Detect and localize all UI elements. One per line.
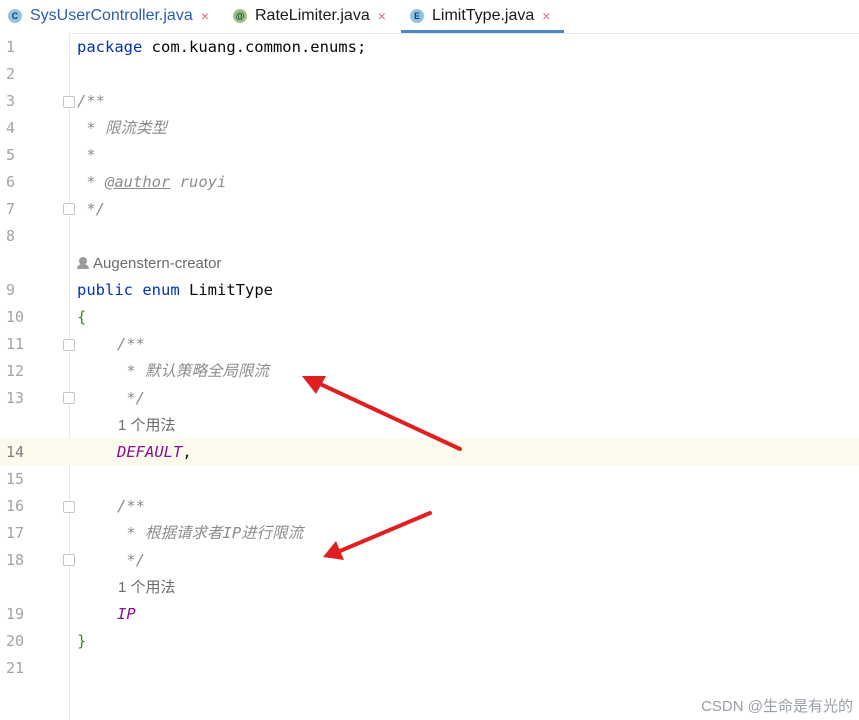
code-line-package[interactable]: package com.kuang.common.enums; <box>77 34 366 61</box>
close-icon[interactable]: × <box>542 8 550 24</box>
line-number: 21 <box>6 659 25 677</box>
line-number: 11 <box>6 335 25 353</box>
line-number: 20 <box>6 632 25 650</box>
code-line-doc-close[interactable]: */ <box>77 196 105 223</box>
line-number: 4 <box>6 119 16 137</box>
code-line-default-constant[interactable]: DEFAULT, <box>117 439 192 466</box>
comment-prefix: * <box>77 173 105 191</box>
line-number: 18 <box>6 551 25 569</box>
fold-marker-icon[interactable] <box>63 339 75 351</box>
enum-icon: E <box>410 9 424 23</box>
code-line-doc-author[interactable]: * @author ruoyi <box>77 169 226 196</box>
class-icon: C <box>8 9 22 23</box>
user-icon <box>77 257 89 270</box>
line-number: 3 <box>6 92 16 110</box>
code-line-open-brace[interactable]: { <box>77 304 86 331</box>
line-number: 9 <box>6 281 16 299</box>
enum-constant: DEFAULT <box>117 443 183 461</box>
line-number: 19 <box>6 605 25 623</box>
author-inlay-hint[interactable]: Augenstern-creator <box>77 250 222 277</box>
code-line-enum-declaration[interactable]: public enum LimitType <box>77 277 273 304</box>
line-number: 7 <box>6 200 16 218</box>
punctuation: , <box>182 443 192 461</box>
line-number: 5 <box>6 146 16 164</box>
line-number: 10 <box>6 308 25 326</box>
code-line-doc-close[interactable]: */ <box>117 385 145 412</box>
tab-sysusercontroller[interactable]: C SysUserController.java × <box>8 0 209 32</box>
code-line-doc-blank[interactable]: * <box>77 142 95 169</box>
watermark: CSDN @生命是有光的 <box>701 698 853 715</box>
tab-limittype[interactable]: E LimitType.java × <box>410 0 551 32</box>
usage-inlay-hint[interactable]: 1 个用法 <box>118 412 176 439</box>
line-number: 17 <box>6 524 25 542</box>
code-line-ip-constant[interactable]: IP <box>117 601 136 628</box>
active-tab-indicator <box>401 30 564 33</box>
tab-ratelimiter[interactable]: @ RateLimiter.java × <box>233 0 386 32</box>
line-number: 14 <box>6 443 25 461</box>
line-number: 8 <box>6 227 16 245</box>
line-number: 16 <box>6 497 25 515</box>
fold-marker-icon[interactable] <box>63 392 75 404</box>
code-line-close-brace[interactable]: } <box>77 628 86 655</box>
keyword: public <box>77 281 133 299</box>
editor-tab-bar: C SysUserController.java × @ RateLimiter… <box>0 0 859 34</box>
annotation-icon: @ <box>233 9 247 23</box>
code-line-doc-open[interactable]: /** <box>77 88 105 115</box>
code-line-doc-open[interactable]: /** <box>117 331 145 358</box>
tab-label: RateLimiter.java <box>255 7 370 24</box>
fold-marker-icon[interactable] <box>63 554 75 566</box>
code-line-doc-open[interactable]: /** <box>117 493 145 520</box>
javadoc-author-tag: @author <box>105 173 171 191</box>
author-hint-text: Augenstern-creator <box>93 255 222 272</box>
line-number: 12 <box>6 362 25 380</box>
code-line-doc-text[interactable]: * 默认策略全局限流 <box>117 358 269 385</box>
usage-inlay-hint[interactable]: 1 个用法 <box>118 574 176 601</box>
line-number: 13 <box>6 389 25 407</box>
keyword: package <box>77 38 143 56</box>
package-name: com.kuang.common.enums; <box>142 38 367 56</box>
code-line-doc-text[interactable]: * 根据请求者IP进行限流 <box>117 520 303 547</box>
line-number: 1 <box>6 38 16 56</box>
line-number: 15 <box>6 470 25 488</box>
fold-marker-icon[interactable] <box>63 203 75 215</box>
author-name: ruoyi <box>170 173 227 191</box>
tab-label: SysUserController.java <box>30 7 193 24</box>
tab-label: LimitType.java <box>432 7 535 24</box>
enum-name: LimitType <box>189 281 274 299</box>
line-number: 2 <box>6 65 16 83</box>
close-icon[interactable]: × <box>378 8 386 24</box>
code-line-doc-text[interactable]: * 限流类型 <box>77 115 167 142</box>
code-line-doc-close[interactable]: */ <box>117 547 145 574</box>
close-icon[interactable]: × <box>201 8 209 24</box>
line-number: 6 <box>6 173 16 191</box>
keyword: enum <box>142 281 180 299</box>
fold-marker-icon[interactable] <box>63 501 75 513</box>
fold-marker-icon[interactable] <box>63 96 75 108</box>
red-arrow-icon <box>323 511 432 560</box>
